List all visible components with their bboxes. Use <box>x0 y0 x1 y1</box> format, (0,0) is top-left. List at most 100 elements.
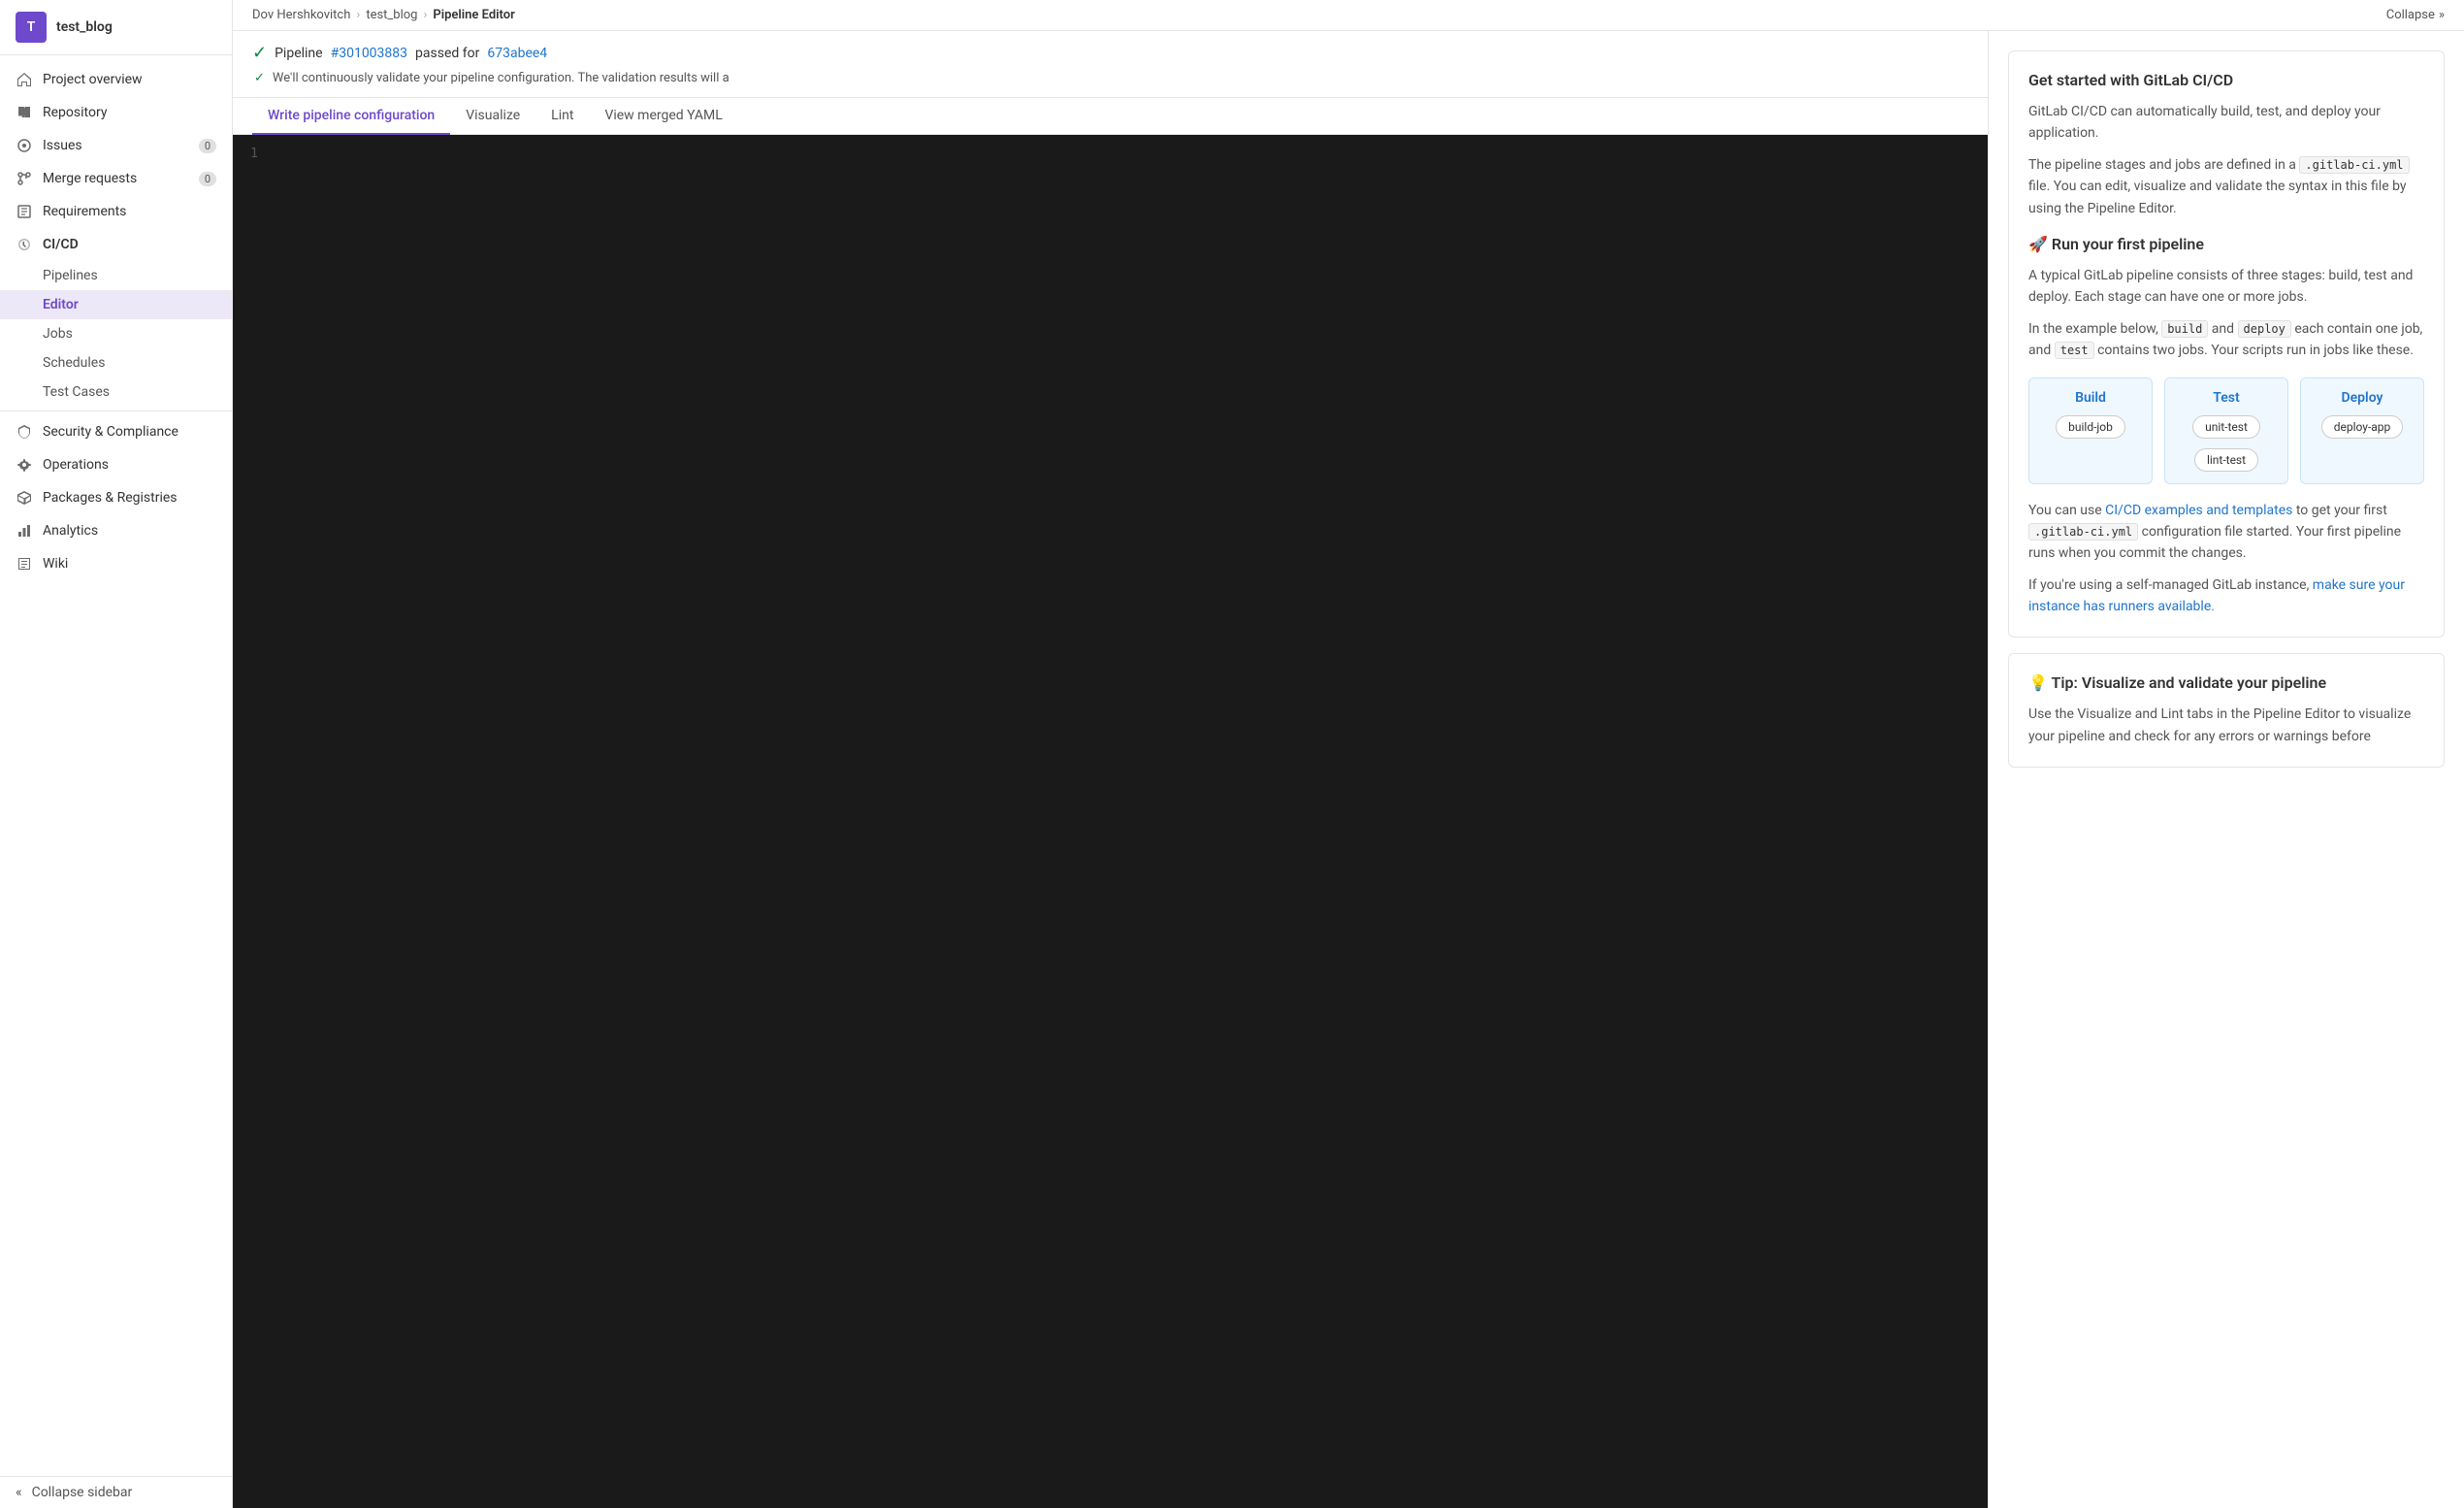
collapse-panel-button[interactable]: Collapse » <box>2386 8 2445 22</box>
collapse-label: Collapse sidebar <box>32 1485 133 1500</box>
sidebar-item-jobs[interactable]: Jobs <box>0 319 232 348</box>
home-icon <box>16 71 33 88</box>
cicd-icon <box>16 236 33 253</box>
sidebar-item-packages-registries[interactable]: Packages & Registries <box>0 481 232 514</box>
sidebar-item-operations[interactable]: Operations <box>0 448 232 481</box>
stage-build-title: Build <box>2075 390 2106 406</box>
breadcrumb-current: Pipeline Editor <box>433 8 514 22</box>
sidebar-item-test-cases[interactable]: Test Cases <box>0 377 232 407</box>
stage-test: Test unit-test lint-test <box>2164 377 2288 484</box>
tab-write[interactable]: Write pipeline configuration <box>252 98 450 135</box>
sidebar-item-requirements[interactable]: Requirements <box>0 195 232 228</box>
right-panel: Get started with GitLab CI/CD GitLab CI/… <box>1989 31 2464 1508</box>
sidebar-section-cicd[interactable]: CI/CD <box>0 228 232 261</box>
shield-icon <box>16 423 33 441</box>
project-name: test_blog <box>56 19 113 35</box>
pipeline-stages-diagram: Build build-job Test unit-test lint-test… <box>2028 377 2424 484</box>
stage-deploy-job: deploy-app <box>2321 415 2404 439</box>
cicd-label: CI/CD <box>43 237 79 252</box>
sidebar-header: T test_blog <box>0 0 232 55</box>
sidebar-item-label: Security & Compliance <box>43 424 178 440</box>
sidebar-item-repository[interactable]: Repository <box>0 96 232 129</box>
tip-card: 💡 Tip: Visualize and validate your pipel… <box>2008 653 2445 768</box>
success-icon: ✓ <box>252 43 267 63</box>
sidebar-nav: Project overview Repository Issues 0 Mer… <box>0 55 232 588</box>
collapse-sidebar-button[interactable]: « Collapse sidebar <box>0 1476 232 1508</box>
code-editor[interactable]: 1 <box>233 135 1988 1508</box>
sidebar-item-label: Merge requests <box>43 171 137 186</box>
sidebar-item-analytics[interactable]: Analytics <box>0 514 232 547</box>
runners-link[interactable]: make sure your instance has runners avai… <box>2028 577 2405 614</box>
get-started-card: Get started with GitLab CI/CD GitLab CI/… <box>2008 50 2445 638</box>
line-number-1: 1 <box>244 147 274 161</box>
get-started-title: Get started with GitLab CI/CD <box>2028 71 2424 89</box>
operations-icon <box>16 456 33 474</box>
sidebar-item-label: Packages & Registries <box>43 490 178 506</box>
breadcrumb-user[interactable]: Dov Hershkovitch <box>252 8 350 22</box>
cicd-examples-link[interactable]: CI/CD examples and templates <box>2105 503 2292 518</box>
sidebar-item-pipelines[interactable]: Pipelines <box>0 261 232 290</box>
check-icon: ✓ <box>254 71 265 85</box>
merge-requests-badge: 0 <box>199 172 216 186</box>
sidebar-item-security-compliance[interactable]: Security & Compliance <box>0 415 232 448</box>
pipeline-info-text: We'll continuously validate your pipelin… <box>273 71 729 85</box>
stage-test-title: Test <box>2213 390 2239 406</box>
book-icon <box>16 104 33 121</box>
collapse-arrows-icon: » <box>2439 8 2445 22</box>
sidebar-item-merge-requests[interactable]: Merge requests 0 <box>0 162 232 195</box>
run-para1: A typical GitLab pipeline consists of th… <box>2028 265 2424 309</box>
run-para2: In the example below, build and deploy e… <box>2028 318 2424 362</box>
get-started-para1: GitLab CI/CD can automatically build, te… <box>2028 101 2424 145</box>
sidebar-item-wiki[interactable]: Wiki <box>0 547 232 580</box>
stage-test-job-1: unit-test <box>2192 415 2260 439</box>
stage-deploy-title: Deploy <box>2342 390 2383 406</box>
pipeline-number-link[interactable]: #301003883 <box>331 46 407 61</box>
sidebar-item-label: Analytics <box>43 523 98 539</box>
sidebar-item-label: Wiki <box>43 556 68 572</box>
get-started-para2: The pipeline stages and jobs are defined… <box>2028 154 2424 219</box>
usage-para: You can use CI/CD examples and templates… <box>2028 500 2424 565</box>
collapse-icon: « <box>16 1485 22 1500</box>
tip-para: Use the Visualize and Lint tabs in the P… <box>2028 704 2424 747</box>
sidebar-item-editor[interactable]: Editor <box>0 290 232 319</box>
wiki-icon <box>16 555 33 573</box>
editor-section: ✓ Pipeline #301003883 passed for 673abee… <box>233 31 1989 1508</box>
avatar: T <box>16 12 47 43</box>
sidebar-item-label: Project overview <box>43 72 143 87</box>
collapse-label: Collapse <box>2386 8 2435 22</box>
main-content: Dov Hershkovitch › test_blog › Pipeline … <box>233 0 2464 1508</box>
runners-para: If you're using a self-managed GitLab in… <box>2028 574 2424 618</box>
stage-build: Build build-job <box>2028 377 2153 484</box>
breadcrumb: Dov Hershkovitch › test_blog › Pipeline … <box>233 0 2464 31</box>
issue-icon <box>16 137 33 154</box>
sidebar-item-label: Repository <box>43 105 107 120</box>
sidebar-item-schedules[interactable]: Schedules <box>0 348 232 377</box>
tip-title: 💡 Tip: Visualize and validate your pipel… <box>2028 673 2424 692</box>
stage-build-job: build-job <box>2056 415 2125 439</box>
tab-merged-yaml[interactable]: View merged YAML <box>589 98 737 135</box>
requirements-icon <box>16 203 33 220</box>
stage-deploy: Deploy deploy-app <box>2300 377 2424 484</box>
pipeline-info-row: ✓ We'll continuously validate your pipel… <box>252 71 1968 85</box>
pipeline-status-row: ✓ Pipeline #301003883 passed for 673abee… <box>252 43 1968 63</box>
editor-tabs: Write pipeline configuration Visualize L… <box>233 98 1988 135</box>
pipeline-status-bar: ✓ Pipeline #301003883 passed for 673abee… <box>233 31 1988 98</box>
sidebar-item-issues[interactable]: Issues 0 <box>0 129 232 162</box>
tab-lint[interactable]: Lint <box>535 98 589 135</box>
divider <box>0 410 232 411</box>
pipeline-label: Pipeline <box>275 46 323 61</box>
breadcrumb-project[interactable]: test_blog <box>366 8 417 22</box>
sidebar: T test_blog Project overview Repository … <box>0 0 233 1508</box>
run-first-title: 🚀 Run your first pipeline <box>2028 235 2424 253</box>
tab-visualize[interactable]: Visualize <box>450 98 535 135</box>
content-area: ✓ Pipeline #301003883 passed for 673abee… <box>233 31 2464 1508</box>
sidebar-item-project-overview[interactable]: Project overview <box>0 63 232 96</box>
package-icon <box>16 489 33 507</box>
analytics-icon <box>16 522 33 540</box>
issues-badge: 0 <box>199 139 216 153</box>
sidebar-item-label: Operations <box>43 457 109 473</box>
passed-text: passed for <box>415 46 479 61</box>
merge-icon <box>16 170 33 187</box>
stage-test-job-2: lint-test <box>2194 448 2258 472</box>
commit-link[interactable]: 673abee4 <box>487 46 547 61</box>
